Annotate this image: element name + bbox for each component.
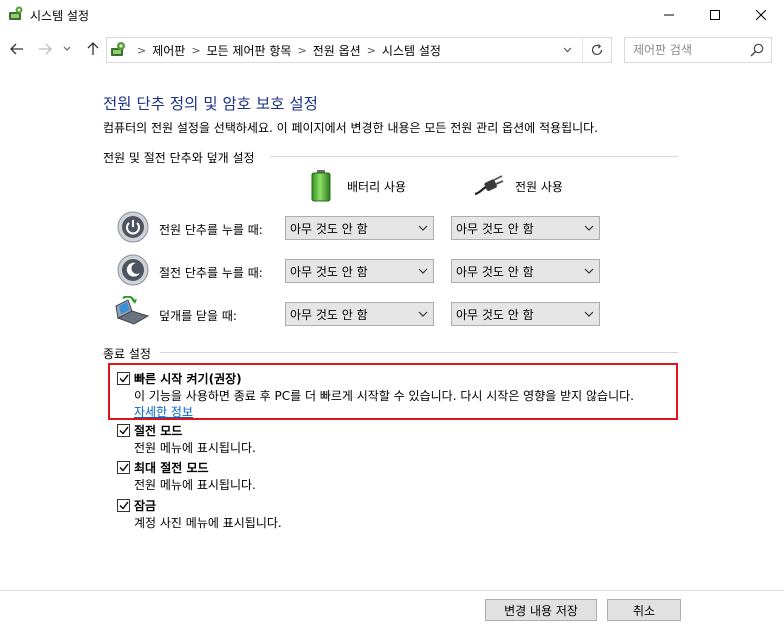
laptop-lid-icon xyxy=(115,296,150,325)
window-title: 시스템 설정 xyxy=(30,9,90,23)
breadcrumb-separator: > xyxy=(137,43,147,57)
power-button-icon xyxy=(117,211,149,243)
breadcrumb-item-system-settings[interactable]: 시스템 설정 xyxy=(382,42,441,59)
group-divider xyxy=(270,156,678,157)
page-description: 컴퓨터의 전원 설정을 선택하세요. 이 페이지에서 변경한 내용은 모든 전원… xyxy=(103,121,599,135)
footer-divider xyxy=(0,590,784,591)
breadcrumb-separator: > xyxy=(191,43,201,57)
sleep-description: 전원 메뉴에 표시됩니다. xyxy=(134,441,256,455)
search-box xyxy=(624,37,772,63)
lid-close-plugged-in-select[interactable]: 아무 것도 안 함 xyxy=(451,302,600,326)
chevron-down-icon xyxy=(584,268,594,274)
chevron-down-icon xyxy=(584,225,594,231)
breadcrumb-item-control-panel[interactable]: 제어판 xyxy=(152,42,185,59)
recent-locations-button[interactable] xyxy=(60,38,74,60)
maximize-button[interactable] xyxy=(692,0,738,30)
checkmark-icon xyxy=(119,426,129,435)
checkmark-icon xyxy=(119,463,129,472)
breadcrumb: > 제어판 > 모든 제어판 항목 > 전원 옵션 > 시스템 설정 xyxy=(131,38,441,62)
page-title: 전원 단추 정의 및 암호 보호 설정 xyxy=(103,95,318,113)
sleep-checkbox[interactable] xyxy=(117,424,130,437)
sleep-button-row-label: 절전 단추를 누를 때: xyxy=(159,266,263,280)
close-icon xyxy=(756,10,766,20)
refresh-icon xyxy=(591,44,602,56)
arrow-up-icon xyxy=(87,42,99,55)
chevron-down-icon xyxy=(584,311,594,317)
battery-column-header: 배터리 사용 xyxy=(347,180,407,194)
refresh-button[interactable] xyxy=(582,38,610,62)
breadcrumb-separator: > xyxy=(297,43,307,57)
breadcrumb-item-power-options[interactable]: 전원 옵션 xyxy=(313,42,361,59)
address-bar[interactable]: > 제어판 > 모든 제어판 항목 > 전원 옵션 > 시스템 설정 xyxy=(106,37,612,63)
hibernate-title: 최대 절전 모드 xyxy=(134,461,209,475)
arrow-right-icon xyxy=(39,43,52,55)
minimize-button[interactable] xyxy=(646,0,692,30)
lock-description: 계정 사진 메뉴에 표시됩니다. xyxy=(134,516,282,530)
select-value: 아무 것도 안 함 xyxy=(456,264,534,279)
checkmark-icon xyxy=(119,374,129,383)
checkmark-icon xyxy=(119,501,129,510)
lock-title: 잠금 xyxy=(134,499,157,513)
sleep-button-icon xyxy=(117,254,149,286)
chevron-down-icon xyxy=(418,268,428,274)
cancel-button[interactable]: 취소 xyxy=(607,599,681,621)
fast-startup-checkbox[interactable] xyxy=(117,372,130,385)
sleep-button-battery-select[interactable]: 아무 것도 안 함 xyxy=(285,259,434,283)
save-changes-button[interactable]: 변경 내용 저장 xyxy=(485,599,597,621)
chevron-down-icon xyxy=(418,311,428,317)
maximize-icon xyxy=(710,10,720,20)
chevron-down-icon xyxy=(63,46,71,51)
forward-button[interactable] xyxy=(34,38,56,60)
more-info-link[interactable]: 자세한 정보 xyxy=(134,403,193,420)
power-buttons-group-label: 전원 및 절전 단추와 덮개 설정 xyxy=(103,149,261,166)
power-button-plugged-in-select[interactable]: 아무 것도 안 함 xyxy=(451,216,600,240)
shutdown-settings-group-label: 종료 설정 xyxy=(103,345,157,362)
power-plug-icon xyxy=(474,175,504,196)
power-button-row-label: 전원 단추를 누를 때: xyxy=(159,223,263,237)
sleep-button-plugged-in-select[interactable]: 아무 것도 안 함 xyxy=(451,259,600,283)
arrow-left-icon xyxy=(10,43,23,55)
fast-startup-title: 빠른 시작 켜기(권장) xyxy=(134,372,242,386)
battery-icon xyxy=(311,170,331,202)
control-panel-icon xyxy=(111,42,125,56)
select-value: 아무 것도 안 함 xyxy=(290,221,368,236)
select-value: 아무 것도 안 함 xyxy=(290,264,368,279)
hibernate-checkbox[interactable] xyxy=(117,461,130,474)
lock-checkbox[interactable] xyxy=(117,499,130,512)
lid-close-battery-select[interactable]: 아무 것도 안 함 xyxy=(285,302,434,326)
power-options-app-icon xyxy=(9,6,23,20)
power-button-battery-select[interactable]: 아무 것도 안 함 xyxy=(285,216,434,240)
minimize-icon xyxy=(664,14,674,16)
back-button[interactable] xyxy=(6,38,28,60)
fast-startup-description: 이 기능을 사용하면 종료 후 PC를 더 빠르게 시작할 수 있습니다. 다시… xyxy=(134,389,634,403)
breadcrumb-item-all-control-panel-items[interactable]: 모든 제어판 항목 xyxy=(207,42,292,59)
chevron-down-icon xyxy=(563,47,571,53)
select-value: 아무 것도 안 함 xyxy=(456,307,534,322)
address-dropdown-button[interactable] xyxy=(556,38,578,62)
breadcrumb-separator: > xyxy=(366,43,376,57)
select-value: 아무 것도 안 함 xyxy=(290,307,368,322)
sleep-title: 절전 모드 xyxy=(134,424,183,438)
close-button[interactable] xyxy=(738,0,784,30)
group-divider xyxy=(160,352,678,353)
chevron-down-icon xyxy=(418,225,428,231)
hibernate-description: 전원 메뉴에 표시됩니다. xyxy=(134,478,256,492)
search-icon[interactable] xyxy=(749,42,765,58)
search-input[interactable] xyxy=(625,38,745,62)
plugged-in-column-header: 전원 사용 xyxy=(515,180,563,194)
up-button[interactable] xyxy=(82,38,104,60)
select-value: 아무 것도 안 함 xyxy=(456,221,534,236)
lid-close-row-label: 덮개를 닫을 때: xyxy=(159,309,237,323)
